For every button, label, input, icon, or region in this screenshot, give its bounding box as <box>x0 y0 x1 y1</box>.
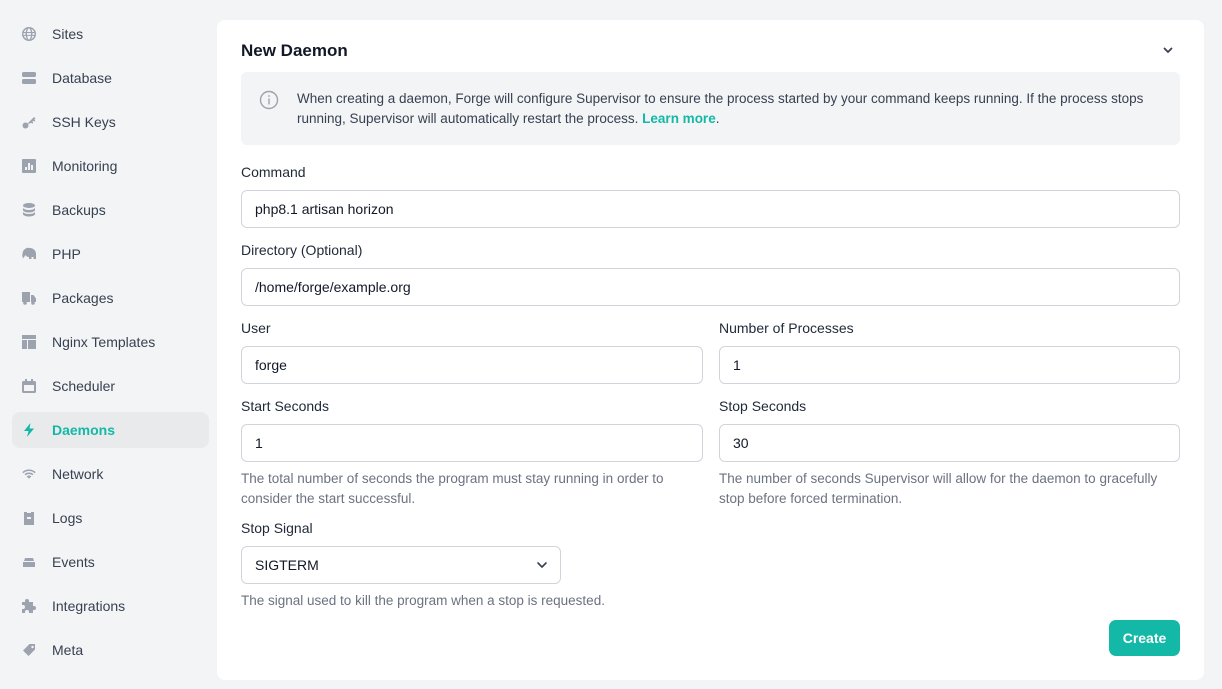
sidebar-item-php[interactable]: PHP <box>12 236 209 272</box>
card-title: New Daemon <box>241 41 348 60</box>
sidebar-item-label: Scheduler <box>52 378 116 394</box>
start-seconds-input[interactable]: 1 <box>241 424 703 462</box>
bolt-icon <box>20 421 38 439</box>
sidebar-item-label: Meta <box>52 642 84 658</box>
info-text: When creating a daemon, Forge will confi… <box>297 89 1164 129</box>
sidebar-item-database[interactable]: Database <box>12 60 209 96</box>
sidebar-item-label: PHP <box>52 246 81 262</box>
sidebar-item-nginx-templates[interactable]: Nginx Templates <box>12 324 209 360</box>
sidebar-item-ssh-keys[interactable]: SSH Keys <box>12 104 209 140</box>
directory-label: Directory (Optional) <box>241 242 363 258</box>
start-seconds-field: Start Seconds 1 The total number of seco… <box>241 396 703 509</box>
learn-more-link[interactable]: Learn more <box>642 111 716 126</box>
stack-icon <box>20 201 38 219</box>
sidebar-item-scheduler[interactable]: Scheduler <box>12 368 209 404</box>
info-icon <box>259 90 279 110</box>
sidebar-item-integrations[interactable]: Integrations <box>12 588 209 624</box>
user-field: User forge <box>241 318 703 384</box>
chart-bar-icon <box>20 157 38 175</box>
stop-signal-field: Stop Signal SIGTERM The signal used to k… <box>241 518 741 611</box>
processes-field: Number of Processes 1 <box>719 318 1180 384</box>
new-daemon-card: New Daemon When creating a daemon, Forge… <box>217 20 1204 680</box>
truck-icon <box>20 289 38 307</box>
stop-seconds-input[interactable]: 30 <box>719 424 1180 462</box>
sidebar-item-label: Events <box>52 554 95 570</box>
sidebar-item-label: SSH Keys <box>52 114 116 130</box>
info-alert: When creating a daemon, Forge will confi… <box>241 72 1180 145</box>
directory-input[interactable]: /home/forge/example.org <box>241 268 1180 306</box>
sidebar: Sites Database SSH Keys Monitoring Backu… <box>12 16 209 676</box>
sidebar-item-label: Logs <box>52 510 83 526</box>
chevron-down-icon <box>1163 47 1173 53</box>
sidebar-item-sites[interactable]: Sites <box>12 16 209 52</box>
globe-icon <box>20 25 38 43</box>
command-label: Command <box>241 164 306 180</box>
info-trailing: . <box>715 111 720 126</box>
stop-seconds-field: Stop Seconds 30 The number of seconds Su… <box>719 396 1180 509</box>
create-button[interactable]: Create <box>1109 620 1180 656</box>
command-field: Command php8.1 artisan horizon <box>241 162 1180 228</box>
user-input[interactable]: forge <box>241 346 703 384</box>
sidebar-item-label: Packages <box>52 290 114 306</box>
wifi-icon <box>20 465 38 483</box>
sidebar-item-label: Integrations <box>52 598 126 614</box>
sidebar-item-backups[interactable]: Backups <box>12 192 209 228</box>
info-message: When creating a daemon, Forge will confi… <box>297 91 1144 126</box>
processes-label: Number of Processes <box>719 320 854 336</box>
key-icon <box>20 113 38 131</box>
sidebar-item-events[interactable]: Events <box>12 544 209 580</box>
user-label: User <box>241 320 271 336</box>
sidebar-item-meta[interactable]: Meta <box>12 632 209 668</box>
puzzle-icon <box>20 597 38 615</box>
elephant-icon <box>20 245 38 263</box>
sidebar-item-network[interactable]: Network <box>12 456 209 492</box>
command-input[interactable]: php8.1 artisan horizon <box>241 190 1180 228</box>
chevron-down-icon <box>537 562 547 568</box>
sidebar-item-daemons[interactable]: Daemons <box>12 412 209 448</box>
clipboard-icon <box>20 509 38 527</box>
sidebar-item-label: Monitoring <box>52 158 118 174</box>
start-seconds-label: Start Seconds <box>241 398 329 414</box>
stop-signal-help: The signal used to kill the program when… <box>241 593 605 608</box>
stop-signal-label: Stop Signal <box>241 520 313 536</box>
sidebar-item-label: Sites <box>52 26 84 42</box>
collapse-button[interactable] <box>1160 42 1176 58</box>
processes-input[interactable]: 1 <box>719 346 1180 384</box>
sidebar-item-logs[interactable]: Logs <box>12 500 209 536</box>
stop-seconds-label: Stop Seconds <box>719 398 807 414</box>
sidebar-item-label: Nginx Templates <box>52 334 156 350</box>
calendar-icon <box>20 377 38 395</box>
sidebar-item-monitoring[interactable]: Monitoring <box>12 148 209 184</box>
sidebar-item-label: Daemons <box>52 422 116 438</box>
database-icon <box>20 69 38 87</box>
inbox-icon <box>20 553 38 571</box>
stop-signal-select[interactable]: SIGTERM <box>241 546 561 584</box>
sidebar-item-label: Network <box>52 466 104 482</box>
tag-icon <box>20 641 38 659</box>
stop-signal-value: SIGTERM <box>241 546 561 584</box>
directory-field: Directory (Optional) /home/forge/example… <box>241 240 1180 306</box>
sidebar-item-label: Database <box>52 70 112 86</box>
template-icon <box>20 333 38 351</box>
start-seconds-help: The total number of seconds the program … <box>241 471 664 506</box>
stop-seconds-help: The number of seconds Supervisor will al… <box>719 471 1158 506</box>
sidebar-item-label: Backups <box>52 202 106 218</box>
sidebar-item-packages[interactable]: Packages <box>12 280 209 316</box>
